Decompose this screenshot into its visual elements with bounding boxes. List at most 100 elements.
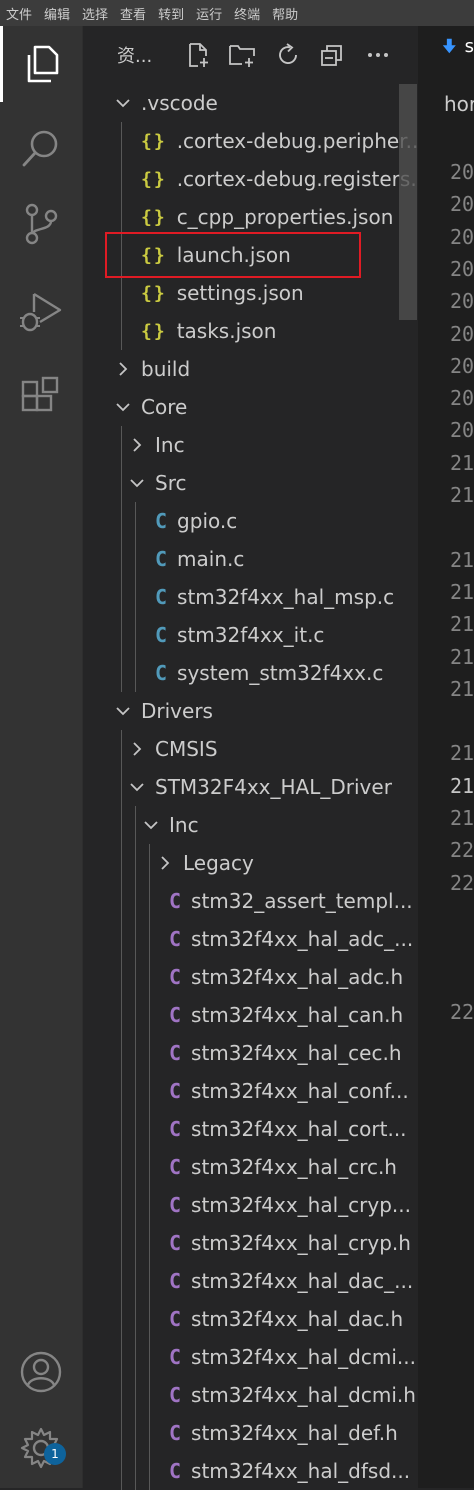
header-file-icon: C: [169, 927, 182, 951]
editor-tab[interactable]: s: [418, 26, 474, 66]
tree-file[interactable]: Cstm32f4xx_hal_def.h: [83, 1414, 474, 1452]
json-file-icon: {}: [141, 130, 167, 152]
tree-item-label: gpio.c: [177, 509, 238, 533]
tree-item-label: stm32f4xx_hal_msp.c: [177, 585, 395, 609]
tree-file[interactable]: Cstm32f4xx_hal_dcmi.h: [83, 1376, 474, 1414]
more-icon[interactable]: [363, 40, 393, 70]
explorer-title: 资...: [117, 46, 153, 67]
line-number: 20: [450, 386, 474, 411]
tree-file[interactable]: Cmain.c: [83, 540, 474, 578]
tree-folder[interactable]: Core: [83, 388, 449, 426]
run-debug-button[interactable]: [0, 274, 82, 350]
line-number: 21: [450, 612, 474, 637]
tree-file[interactable]: Cgpio.c: [83, 502, 474, 540]
menu-item[interactable]: 转到: [152, 4, 190, 23]
new-file-icon[interactable]: [183, 40, 213, 70]
tree-file[interactable]: Cstm32f4xx_hal_cort...: [83, 1110, 474, 1148]
menu-item[interactable]: 编辑: [38, 4, 76, 23]
tree-file[interactable]: Cstm32f4xx_hal_dac_...: [83, 1262, 474, 1300]
menu-item[interactable]: 选择: [76, 4, 114, 23]
tree-file[interactable]: Cstm32_assert_templ...: [83, 882, 474, 920]
tree-file[interactable]: Cstm32f4xx_hal_dcmi...: [83, 1338, 474, 1376]
tree-item-label: stm32f4xx_hal_crc.h: [191, 1155, 397, 1179]
tree-item-label: build: [141, 357, 191, 381]
tree-folder[interactable]: Inc: [83, 806, 474, 844]
explorer-button[interactable]: [0, 26, 82, 102]
header-file-icon: C: [169, 1003, 182, 1027]
c-file-icon: C: [155, 547, 168, 571]
chevron-right-icon: [113, 359, 133, 379]
tree-folder[interactable]: Drivers: [83, 692, 449, 730]
tree-file[interactable]: Cstm32f4xx_hal_cec.h: [83, 1034, 474, 1072]
breadcrumb[interactable]: hor: [444, 92, 474, 116]
tree-folder[interactable]: .vscode: [83, 84, 449, 122]
menu-item[interactable]: 文件: [0, 4, 38, 23]
indent-guide: [135, 502, 136, 692]
tree-folder[interactable]: Legacy: [83, 844, 474, 882]
tree-file[interactable]: Cstm32f4xx_it.c: [83, 616, 474, 654]
header-file-icon: C: [169, 1117, 182, 1141]
line-number: 20: [450, 192, 474, 217]
refresh-icon[interactable]: [273, 40, 303, 70]
tree-file[interactable]: Cstm32f4xx_hal_dfsd...: [83, 1452, 474, 1490]
line-number: 22: [450, 999, 474, 1024]
source-control-button[interactable]: [0, 186, 82, 262]
line-number: 20: [450, 321, 474, 346]
header-file-icon: C: [169, 965, 182, 989]
account-button[interactable]: [0, 1334, 82, 1410]
explorer-icon: [27, 45, 58, 83]
tree-file[interactable]: Cstm32f4xx_hal_dac.h: [83, 1300, 474, 1338]
tree-file[interactable]: Cstm32f4xx_hal_adc.h: [83, 958, 474, 996]
indent-guide: [135, 806, 136, 1490]
tree-folder[interactable]: CMSIS: [83, 730, 463, 768]
line-number: 21: [450, 644, 474, 669]
tree-folder[interactable]: Src: [83, 464, 463, 502]
tree-folder[interactable]: build: [83, 350, 449, 388]
tree-file[interactable]: Cstm32f4xx_hal_cryp...: [83, 1186, 474, 1224]
indent-guide: [121, 730, 122, 1490]
search-button[interactable]: [0, 110, 82, 186]
line-number: 21: [450, 547, 474, 572]
menu-item[interactable]: 帮助: [266, 4, 304, 23]
line-number: 21: [450, 450, 474, 475]
line-number: 22: [450, 870, 474, 895]
tree-scrollbar[interactable]: [399, 84, 417, 320]
manage-button[interactable]: 1: [0, 1410, 82, 1486]
tree-file[interactable]: Cstm32f4xx_hal_msp.c: [83, 578, 474, 616]
json-file-icon: {}: [141, 168, 167, 190]
collapse-all-icon[interactable]: [317, 40, 347, 70]
chevron-down-icon: [113, 701, 133, 721]
menu-item[interactable]: 运行: [190, 4, 228, 23]
tree-item-label: c_cpp_properties.json: [176, 205, 394, 229]
source-control-icon: [25, 203, 58, 245]
extensions-button[interactable]: [0, 360, 82, 436]
tree-file[interactable]: Cstm32f4xx_hal_adc_...: [83, 920, 474, 958]
json-file-icon: {}: [141, 244, 167, 266]
menu-item[interactable]: 终端: [228, 4, 266, 23]
tree-file[interactable]: Cstm32f4xx_hal_crc.h: [83, 1148, 474, 1186]
tree-file[interactable]: Csystem_stm32f4xx.c: [83, 654, 474, 692]
tree-file[interactable]: Cstm32f4xx_hal_conf...: [83, 1072, 474, 1110]
header-file-icon: C: [169, 1155, 182, 1179]
new-folder-icon[interactable]: [227, 40, 257, 70]
tree-item-label: main.c: [177, 547, 245, 571]
tree-folder[interactable]: Inc: [83, 426, 463, 464]
menu-item[interactable]: 查看: [114, 4, 152, 23]
tree-item-label: launch.json: [176, 243, 291, 267]
tree-item-label: CMSIS: [155, 737, 218, 761]
download-arrow-icon: [442, 38, 456, 54]
header-file-icon: C: [169, 1269, 182, 1293]
c-file-icon: C: [155, 509, 168, 533]
tree-folder[interactable]: STM32F4xx_HAL_Driver: [83, 768, 463, 806]
tree-file[interactable]: Cstm32f4xx_hal_can.h: [83, 996, 474, 1034]
tree-file[interactable]: Cstm32f4xx_hal_cryp.h: [83, 1224, 474, 1262]
